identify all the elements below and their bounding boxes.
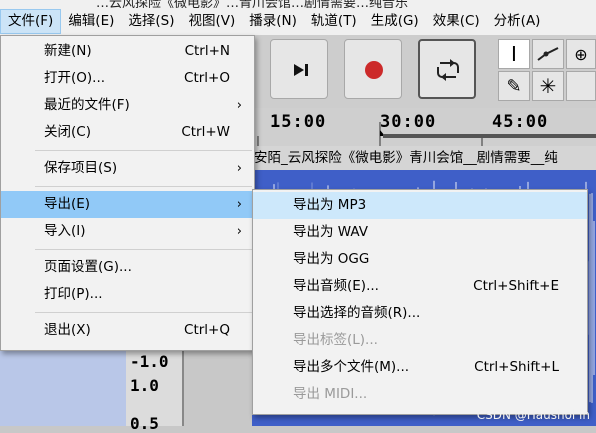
selection-tool[interactable]: Ⅰ [498,39,530,69]
menu-item-label: 导出(E) [44,196,91,212]
menu-item-close[interactable]: 关闭(C) Ctrl+W [1,119,254,146]
file-menu: 新建(N) Ctrl+N 打开(O)... Ctrl+O 最近的文件(F) › … [0,35,255,351]
menu-item-export-audio[interactable]: 导出音频(E)... Ctrl+Shift+E [253,273,587,300]
tick-label: 45:00 [492,112,549,132]
menu-item-label: 保存项目(S) [44,160,118,176]
tick-label: 15:00 [270,112,327,132]
menu-item-label: 导出 MIDI... [293,386,368,402]
i-beam-icon: Ⅰ [511,42,517,66]
scale-label: -1.0 [130,352,169,371]
menu-edit[interactable]: 编辑(E) [61,9,121,34]
menu-file[interactable]: 文件(F) [0,9,62,34]
menu-item-export-ogg[interactable]: 导出为 OGG [253,246,587,273]
menu-separator [35,186,252,187]
tick-label: 30:00 [380,112,437,132]
chevron-right-icon: › [236,197,242,212]
menu-item-export-labels: 导出标签(L)... [253,327,587,354]
menu-item-label: 导入(I) [44,223,86,239]
menu-tracks[interactable]: 轨道(T) [304,9,364,34]
skip-to-end-button[interactable] [270,39,328,99]
menu-item-export-multiple[interactable]: 导出多个文件(M)... Ctrl+Shift+L [253,354,587,381]
menu-item-export-selected[interactable]: 导出选择的音频(R)... [253,300,587,327]
record-icon [365,61,383,79]
menubar: 文件(F) 编辑(E) 选择(S) 视图(V) 播录(N) 轨道(T) 生成(G… [0,8,596,35]
menu-separator [35,150,252,151]
extra-tool[interactable] [566,71,596,101]
menu-item-save-project[interactable]: 保存项目(S) › [1,155,254,182]
menu-item-label: 导出选择的音频(R)... [293,305,421,321]
menu-select[interactable]: 选择(S) [121,9,181,34]
track-name[interactable]: 安陌_云风探险《微电影》青川会馆__剧情需要__纯 [252,146,596,170]
menu-item-export[interactable]: 导出(E) › [1,191,254,218]
menu-item-label: 导出标签(L)... [293,332,378,348]
menu-transport[interactable]: 播录(N) [242,9,304,34]
menu-item-label: 导出为 OGG [293,251,370,267]
draw-tool[interactable]: ✎ [498,71,530,101]
menu-item-export-mp3[interactable]: 导出为 MP3 [253,192,587,219]
menu-item-label: 导出为 WAV [293,224,369,240]
pencil-icon: ✎ [506,75,522,97]
menu-item-open[interactable]: 打开(O)... Ctrl+O [1,65,254,92]
chevron-right-icon: › [236,224,242,239]
menu-item-shortcut: Ctrl+Q [184,322,230,338]
menu-item-export-midi: 导出 MIDI... [253,381,587,408]
menu-separator [35,312,252,313]
window-title-strip: …云风探险《微电影》…青川会馆…剧情需要…纯音乐 [0,0,596,8]
chevron-right-icon: › [236,161,242,176]
menu-item-label: 关闭(C) [44,124,91,140]
menu-item-label: 导出音频(E)... [293,278,379,294]
menu-analyze[interactable]: 分析(A) [487,9,548,34]
menu-item-label: 新建(N) [44,43,92,59]
menu-item-label: 导出为 MP3 [293,197,367,213]
menu-item-shortcut: Ctrl+O [184,70,230,86]
menu-item-shortcut: Ctrl+Shift+L [474,359,559,375]
menu-item-label: 页面设置(G)... [44,259,132,275]
skip-end-icon [294,64,308,76]
zoom-tool[interactable]: ⊕ [566,39,596,69]
scale-label: 0.5 [130,414,159,433]
menu-separator [35,249,252,250]
menu-item-shortcut: Ctrl+Shift+E [473,278,559,294]
asterisk-icon: ✳ [539,74,557,98]
record-button[interactable] [344,39,402,99]
menu-item-import[interactable]: 导入(I) › [1,218,254,245]
menu-item-label: 打开(O)... [44,70,106,86]
menu-item-label: 打印(P)... [44,286,103,302]
menu-item-exit[interactable]: 退出(X) Ctrl+Q [1,317,254,344]
envelope-icon [537,47,559,61]
export-submenu: 导出为 MP3 导出为 WAV 导出为 OGG 导出音频(E)... Ctrl+… [252,189,588,415]
menu-item-page-setup[interactable]: 页面设置(G)... [1,254,254,281]
menu-item-recent[interactable]: 最近的文件(F) › [1,92,254,119]
menu-item-label: 导出多个文件(M)... [293,359,410,375]
menu-view[interactable]: 视图(V) [182,9,243,34]
menu-item-print[interactable]: 打印(P)... [1,281,254,308]
window-title: …云风探险《微电影》…青川会馆…剧情需要…纯音乐 [96,0,409,8]
loop-icon [437,59,459,81]
multi-tool[interactable]: ✳ [532,71,564,101]
menu-item-label: 退出(X) [44,322,91,338]
menu-generate[interactable]: 生成(G) [364,9,426,34]
watermark: CSDN @Haushol in [476,408,590,422]
zoom-icon: ⊕ [574,44,588,64]
envelope-tool[interactable] [532,39,564,69]
chevron-right-icon: › [236,98,242,113]
track-selection-bar [0,350,126,426]
menu-item-export-wav[interactable]: 导出为 WAV [253,219,587,246]
menu-item-label: 最近的文件(F) [44,97,130,113]
menu-item-new[interactable]: 新建(N) Ctrl+N [1,38,254,65]
play-region [383,134,596,138]
menu-item-shortcut: Ctrl+N [184,43,230,59]
menu-effect[interactable]: 效果(C) [426,9,487,34]
menu-item-shortcut: Ctrl+W [181,124,230,140]
loop-button[interactable] [418,39,476,99]
scale-label: 1.0 [130,376,159,395]
